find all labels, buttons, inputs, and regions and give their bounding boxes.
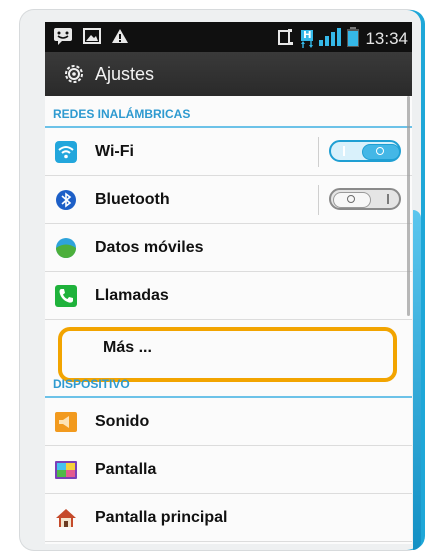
settings-item-label: Pantalla bbox=[95, 460, 157, 478]
home-icon bbox=[55, 507, 77, 529]
data-type-label: H bbox=[301, 30, 314, 41]
image-icon bbox=[83, 28, 101, 48]
mobile-data-icon bbox=[55, 237, 77, 259]
wifi-toggle[interactable] bbox=[329, 140, 401, 162]
page-title: Ajustes bbox=[95, 63, 155, 84]
settings-item-label: Datos móviles bbox=[95, 238, 204, 256]
gear-icon bbox=[61, 61, 87, 87]
display-icon bbox=[55, 459, 77, 481]
wifi-icon bbox=[55, 140, 77, 163]
settings-item-display[interactable]: Pantalla bbox=[45, 446, 412, 494]
speaker-icon bbox=[55, 411, 77, 433]
toggle-on-mark bbox=[387, 194, 389, 204]
warning-icon bbox=[111, 28, 129, 48]
sim-icon bbox=[277, 28, 295, 50]
hspa-data-icon: H bbox=[301, 30, 314, 48]
settings-item-label: Sonido bbox=[95, 412, 150, 430]
settings-item-label: Llamadas bbox=[95, 286, 169, 304]
divider bbox=[318, 185, 319, 215]
phone-icon bbox=[55, 284, 77, 307]
bluetooth-icon bbox=[55, 189, 77, 211]
settings-item-mobile-data[interactable]: Datos móviles bbox=[45, 224, 412, 272]
section-header-wireless: REDES INALÁMBRICAS bbox=[45, 102, 412, 128]
settings-item-bluetooth[interactable]: Bluetooth bbox=[45, 176, 412, 224]
settings-item-label: Pantalla principal bbox=[95, 508, 228, 526]
scrollbar[interactable] bbox=[407, 96, 410, 316]
settings-item-label: Wi-Fi bbox=[95, 142, 134, 160]
settings-item-label: Bluetooth bbox=[95, 190, 170, 208]
divider bbox=[318, 137, 319, 167]
signal-icon bbox=[319, 28, 342, 50]
section-header-device: DISPOSITIVO bbox=[45, 372, 412, 398]
status-bar: H 13:34 bbox=[45, 22, 412, 52]
settings-item-wifi[interactable]: Wi-Fi bbox=[45, 128, 412, 176]
phone-screen: H 13:34 Ajustes REDES INALÁMBRICAS Wi-Fi… bbox=[45, 22, 412, 544]
frame-edge bbox=[413, 210, 421, 550]
settings-item-home-screen[interactable]: Pantalla principal bbox=[45, 494, 412, 542]
settings-item-sound[interactable]: Sonido bbox=[45, 398, 412, 446]
toggle-knob bbox=[333, 192, 371, 208]
chat-icon bbox=[53, 27, 73, 49]
bluetooth-toggle[interactable] bbox=[329, 188, 401, 210]
toggle-knob bbox=[362, 144, 400, 160]
settings-item-calls[interactable]: Llamadas bbox=[45, 272, 412, 320]
clock: 13:34 bbox=[365, 29, 408, 48]
battery-icon bbox=[347, 27, 360, 51]
settings-title-bar: Ajustes bbox=[45, 52, 412, 96]
toggle-on-mark bbox=[343, 146, 345, 156]
